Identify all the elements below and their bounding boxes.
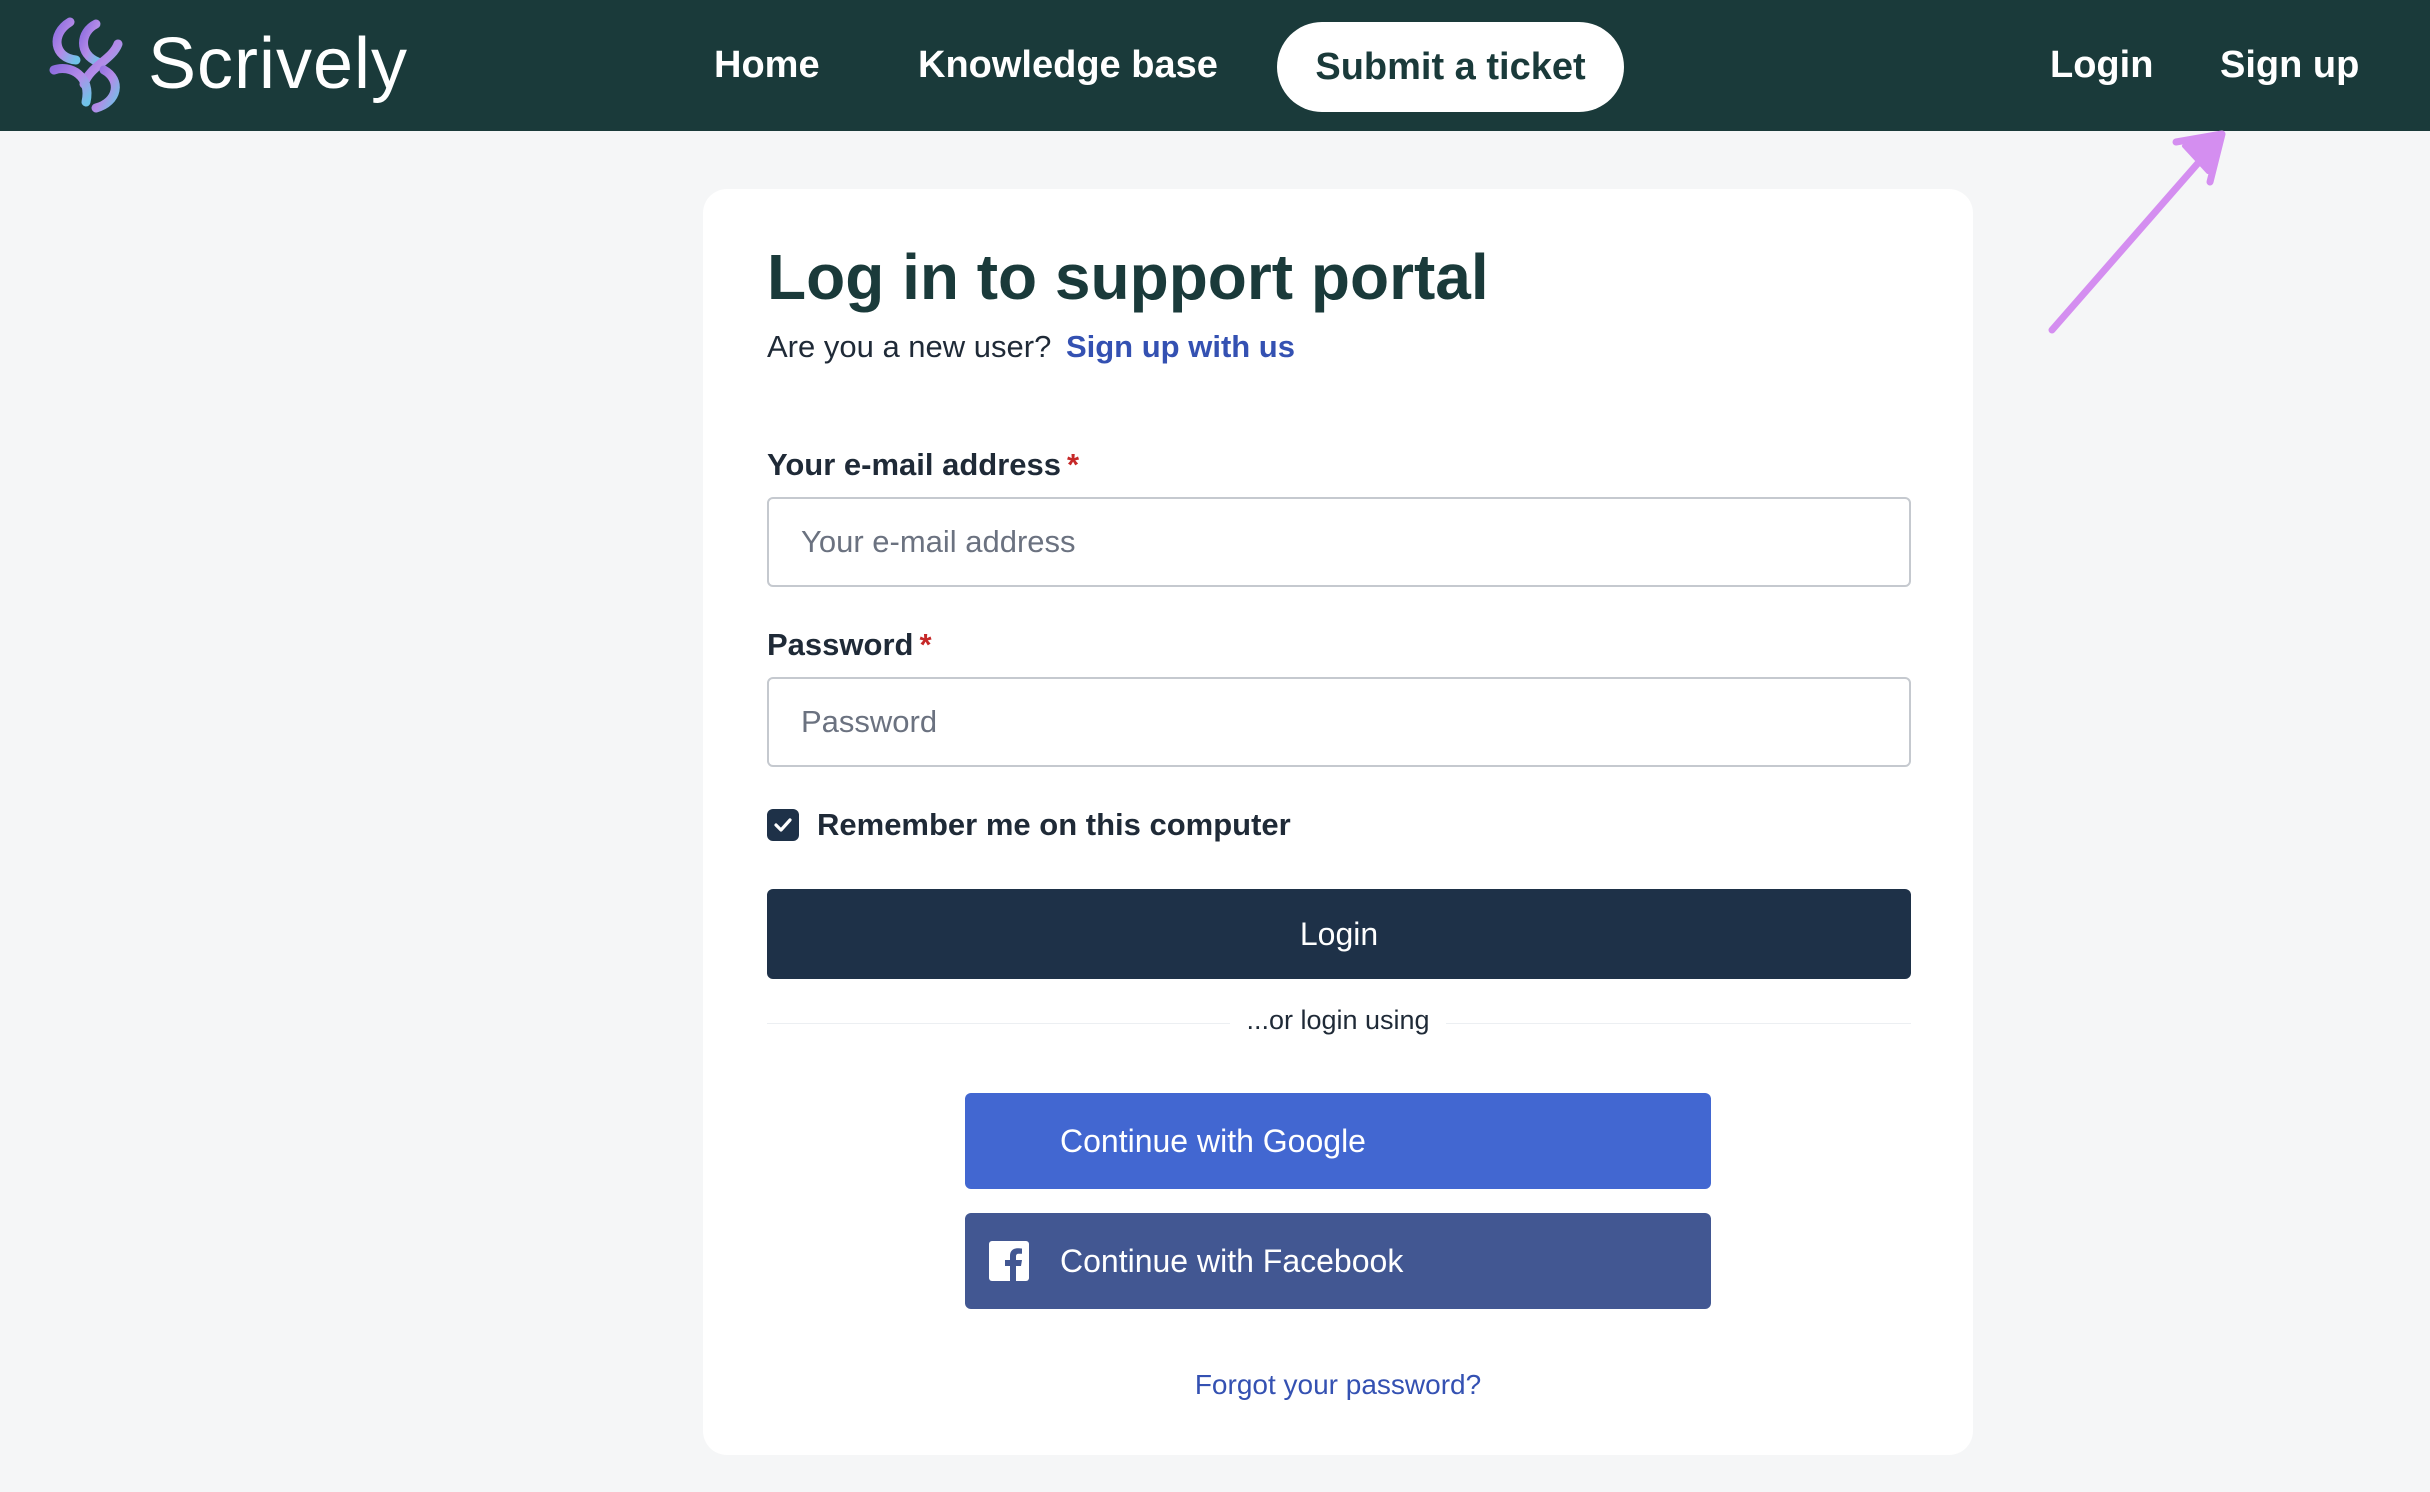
page-title: Log in to support portal [767, 241, 1489, 313]
facebook-button-label: Continue with Facebook [1060, 1242, 1404, 1279]
top-navigation-bar: Scrively Home Knowledge base Submit a ti… [0, 0, 2430, 131]
remember-me-row[interactable]: Remember me on this computer [767, 807, 1291, 843]
forgot-password-link[interactable]: Forgot your password? [703, 1369, 1973, 1401]
new-user-prompt: Are you a new user? [767, 329, 1052, 364]
arrow-annotation-icon [2048, 130, 2226, 334]
email-label-text: Your e-mail address [767, 447, 1062, 482]
sign-up-with-us-link[interactable]: Sign up with us [1066, 329, 1295, 364]
email-label: Your e-mail address * [767, 447, 1079, 483]
nav-home-link[interactable]: Home [714, 34, 820, 96]
nav-knowledge-base-link[interactable]: Knowledge base [918, 34, 1218, 96]
swirl-logo-icon [49, 17, 123, 113]
required-marker: * [1067, 447, 1080, 482]
facebook-icon [989, 1241, 1029, 1281]
nav-login-link[interactable]: Login [2050, 34, 2153, 96]
checkmark-icon [774, 818, 792, 832]
remember-me-label: Remember me on this computer [817, 807, 1291, 842]
new-user-prompt-row: Are you a new user? Sign up with us [767, 329, 1295, 365]
required-marker: * [919, 627, 932, 662]
brand-name: Scrively [148, 24, 409, 104]
login-button[interactable]: Login [767, 889, 1911, 979]
password-label-text: Password [767, 627, 914, 662]
password-label: Password * [767, 627, 932, 663]
email-field[interactable] [767, 497, 1911, 587]
or-login-using-label: ...or login using [1230, 1005, 1446, 1035]
google-button-label: Continue with Google [1060, 1122, 1366, 1159]
submit-ticket-button[interactable]: Submit a ticket [1277, 22, 1624, 112]
continue-with-google-button[interactable]: Continue with Google [965, 1093, 1711, 1189]
nav-sign-up-link[interactable]: Sign up [2220, 34, 2359, 96]
brand[interactable]: Scrively [40, 14, 408, 114]
remember-me-checkbox[interactable] [767, 809, 799, 841]
continue-with-facebook-button[interactable]: Continue with Facebook [965, 1213, 1711, 1309]
password-field[interactable] [767, 677, 1911, 767]
or-login-using-text: ...or login using [703, 1005, 1973, 1036]
login-card: Log in to support portal Are you a new u… [703, 189, 1973, 1455]
